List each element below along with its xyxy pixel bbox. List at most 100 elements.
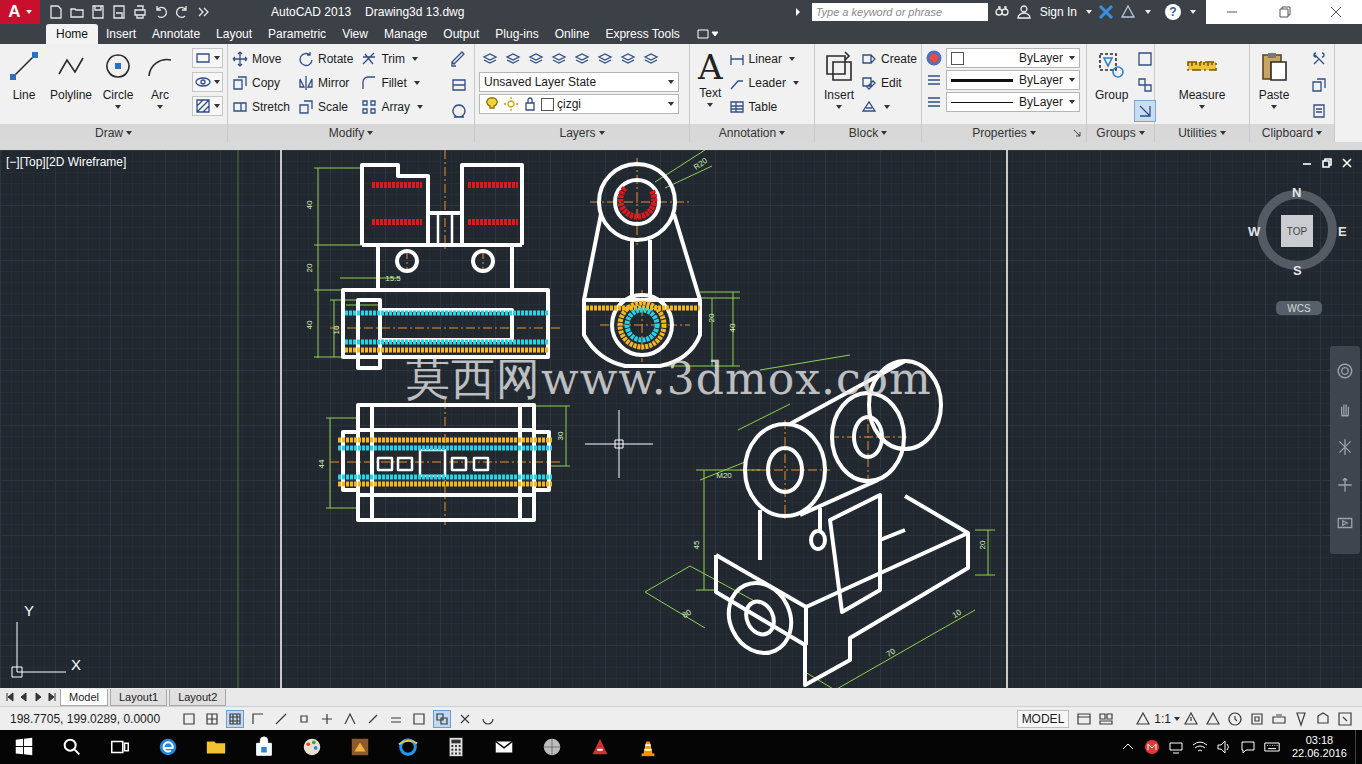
clipboard-tool-icon[interactable] [1308, 48, 1330, 70]
drafting-toggle[interactable] [433, 710, 451, 728]
status-tray-icon[interactable] [1227, 711, 1243, 727]
dimension-text[interactable]: 20 [978, 540, 987, 549]
drafting-toggle[interactable] [341, 710, 359, 728]
ribbon-tab[interactable]: Output [435, 24, 487, 44]
more-icon[interactable] [195, 4, 211, 20]
property-icon[interactable] [926, 50, 942, 66]
dimension-text[interactable]: 70 [885, 646, 898, 659]
dialog-launcher-icon[interactable] [1072, 128, 1082, 138]
sign-in-button[interactable]: Sign In [1040, 5, 1077, 19]
application-menu-button[interactable]: A [0, 0, 40, 24]
layer-dropdown[interactable]: çizgi [479, 94, 679, 114]
panel-title[interactable]: Properties [922, 124, 1086, 142]
search-field[interactable]: Type a keyword or phrase [812, 3, 988, 21]
draw-tool-button[interactable]: Polyline [46, 48, 96, 102]
quick-access-icon[interactable] [90, 4, 106, 20]
drafting-toggle[interactable] [387, 710, 405, 728]
bulb-icon[interactable] [484, 96, 500, 112]
drafting-toggle[interactable] [180, 710, 198, 728]
quick-view-drawings-icon[interactable] [1098, 711, 1114, 727]
dimension-text[interactable]: 30 [556, 431, 565, 440]
clock[interactable]: 03:18 22.06.2016 [1284, 734, 1355, 760]
viewcube[interactable]: TOP N S W E WCS [1252, 188, 1352, 318]
dimension-text[interactable]: 80 [681, 607, 694, 620]
draw-tool-button[interactable]: Line [4, 48, 44, 102]
taskbar-app-button[interactable] [384, 730, 432, 764]
modify-tool-button[interactable]: Fillet [361, 72, 423, 94]
drafting-toggle[interactable] [364, 710, 382, 728]
taskbar-app-button[interactable] [576, 730, 624, 764]
text-tool-button[interactable]: A Text [694, 48, 727, 107]
lock-icon[interactable] [522, 96, 538, 112]
drafting-toggle[interactable] [203, 710, 221, 728]
taskbar-app-button[interactable] [336, 730, 384, 764]
ribbon-tab[interactable]: Home [46, 24, 98, 44]
sign-in-menu-icon[interactable] [1086, 10, 1092, 14]
network-icon[interactable] [1168, 739, 1184, 755]
tab-scroll-icon[interactable] [18, 691, 30, 703]
layer-tool-icon[interactable] [502, 48, 524, 70]
dimension-text[interactable]: 45 [692, 540, 701, 549]
panel-title[interactable]: Utilities [1155, 124, 1249, 142]
compass-east[interactable]: E [1338, 224, 1347, 239]
block-attribute-button[interactable] [861, 96, 917, 118]
panel-title[interactable]: Modify [228, 124, 474, 142]
navigation-tool-icon[interactable] [1336, 362, 1354, 380]
help-button[interactable]: ? [1165, 4, 1181, 20]
taskbar-app-button[interactable] [144, 730, 192, 764]
close-icon[interactable] [1310, 0, 1362, 24]
group-tool-icon[interactable] [1134, 100, 1156, 122]
dimension-text[interactable]: 20 [707, 313, 716, 322]
quick-access-icon[interactable] [111, 4, 127, 20]
ribbon-tab[interactable]: Plug-ins [487, 24, 546, 44]
status-tray-icon[interactable] [1205, 711, 1221, 727]
property-icon[interactable] [926, 94, 942, 110]
plan-view[interactable] [343, 405, 549, 520]
a360-icon[interactable] [1120, 4, 1136, 20]
modify-tool-button[interactable]: Trim [361, 48, 423, 70]
annotation-scale[interactable]: 1:1 [1154, 712, 1171, 726]
dimension-text[interactable]: 44 [317, 459, 326, 468]
taskbar-app-button[interactable] [624, 730, 672, 764]
dimension-text[interactable]: 10 [332, 325, 341, 334]
modify-extra-icon[interactable] [448, 48, 470, 70]
volume-icon[interactable] [1216, 739, 1232, 755]
minimize-icon[interactable] [1206, 0, 1258, 24]
status-tray-icon[interactable] [1315, 711, 1331, 727]
measure-button[interactable]: Measure [1175, 48, 1230, 109]
keyboard-icon[interactable] [1264, 739, 1280, 755]
ribbon-tab[interactable]: Layout [208, 24, 260, 44]
modify-tool-button[interactable]: Array [361, 96, 423, 118]
tab-scroll-icon[interactable] [32, 691, 44, 703]
ribbon-tab[interactable]: Express Tools [597, 24, 687, 44]
ribbon-tab[interactable]: Parametric [260, 24, 334, 44]
taskbar-app-button[interactable] [480, 730, 528, 764]
compass-west[interactable]: W [1248, 224, 1260, 239]
layout-tab[interactable]: Layout2 [169, 689, 226, 706]
quick-access-icon[interactable] [174, 4, 190, 20]
modify-tool-button[interactable]: Mirror [298, 72, 353, 94]
sun-icon[interactable] [503, 96, 519, 112]
group-button[interactable]: Group [1091, 48, 1132, 102]
dimension-text[interactable]: 15.5 [385, 274, 401, 283]
viewcube-face[interactable]: TOP [1281, 215, 1313, 247]
property-dropdown[interactable]: ByLayer [946, 92, 1080, 112]
taskbar-app-button[interactable] [288, 730, 336, 764]
layer-tool-icon[interactable] [571, 48, 593, 70]
layer-tool-icon[interactable] [548, 48, 570, 70]
taskbar-app-button[interactable] [432, 730, 480, 764]
user-icon[interactable] [1016, 4, 1032, 20]
isometric-view[interactable] [716, 361, 968, 685]
quick-access-icon[interactable] [69, 4, 85, 20]
ribbon-toggle-icon[interactable] [696, 27, 720, 41]
property-dropdown[interactable]: ByLayer [946, 70, 1080, 90]
layer-tool-icon[interactable] [479, 48, 501, 70]
layer-tool-icon[interactable] [525, 48, 547, 70]
dimension-text[interactable]: 10 [951, 607, 964, 620]
taskbar-app-button[interactable] [240, 730, 288, 764]
binoculars-icon[interactable] [994, 4, 1010, 20]
ribbon-tab[interactable]: View [334, 24, 376, 44]
group-tool-icon[interactable] [1134, 74, 1156, 96]
panel-title[interactable]: Layers [475, 124, 689, 142]
navigation-tool-icon[interactable] [1336, 514, 1354, 532]
